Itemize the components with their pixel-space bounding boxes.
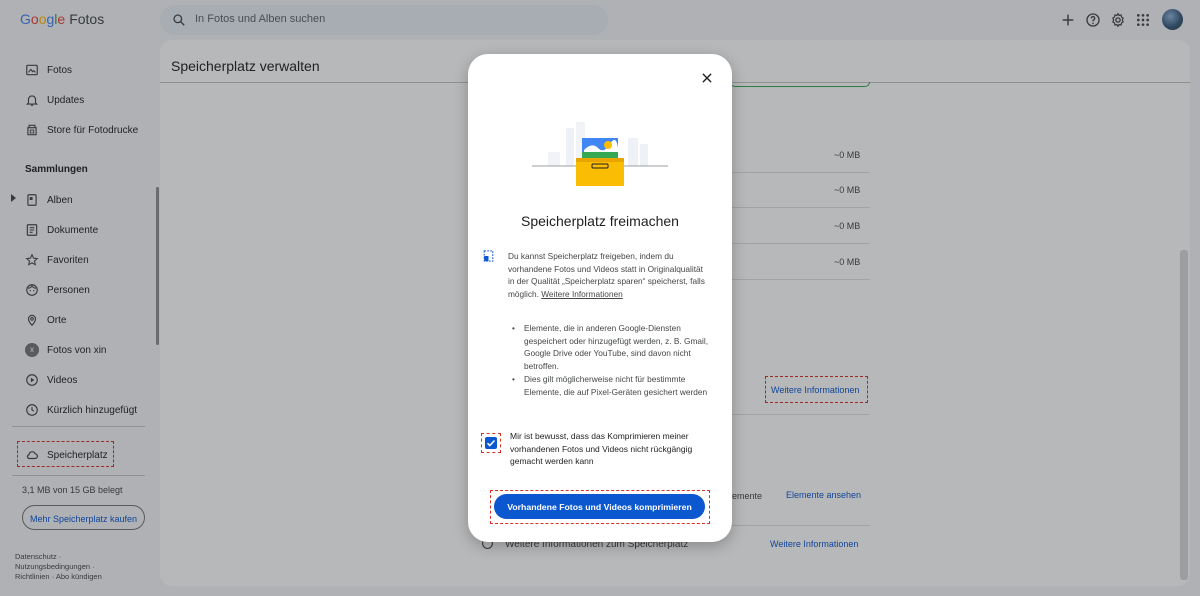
compress-photo-icon [483, 250, 494, 262]
check-icon [486, 439, 496, 447]
acknowledge-checkbox[interactable] [485, 437, 497, 449]
info-more-link[interactable]: Weitere Informationen [541, 289, 622, 299]
checkbox-label[interactable]: Mir ist bewusst, dass das Komprimieren m… [510, 430, 715, 468]
close-icon[interactable] [700, 71, 714, 85]
highlight-checkbox [481, 433, 501, 453]
compress-button[interactable]: Vorhandene Fotos und Videos komprimieren [494, 494, 705, 519]
list-item: Dies gilt möglicherweise nicht für besti… [512, 373, 712, 398]
storage-box-illustration [532, 122, 668, 186]
free-up-storage-dialog: Speicherplatz freimachen Du kannst Speic… [468, 54, 732, 542]
info-text-block: Du kannst Speicherplatz freigeben, indem… [508, 250, 708, 301]
list-item: Elemente, die in anderen Google-Diensten… [512, 322, 712, 373]
info-bullets: Elemente, die in anderen Google-Diensten… [512, 322, 712, 398]
dialog-title: Speicherplatz freimachen [521, 213, 679, 229]
highlight-cta: Vorhandene Fotos und Videos komprimieren [490, 490, 710, 524]
